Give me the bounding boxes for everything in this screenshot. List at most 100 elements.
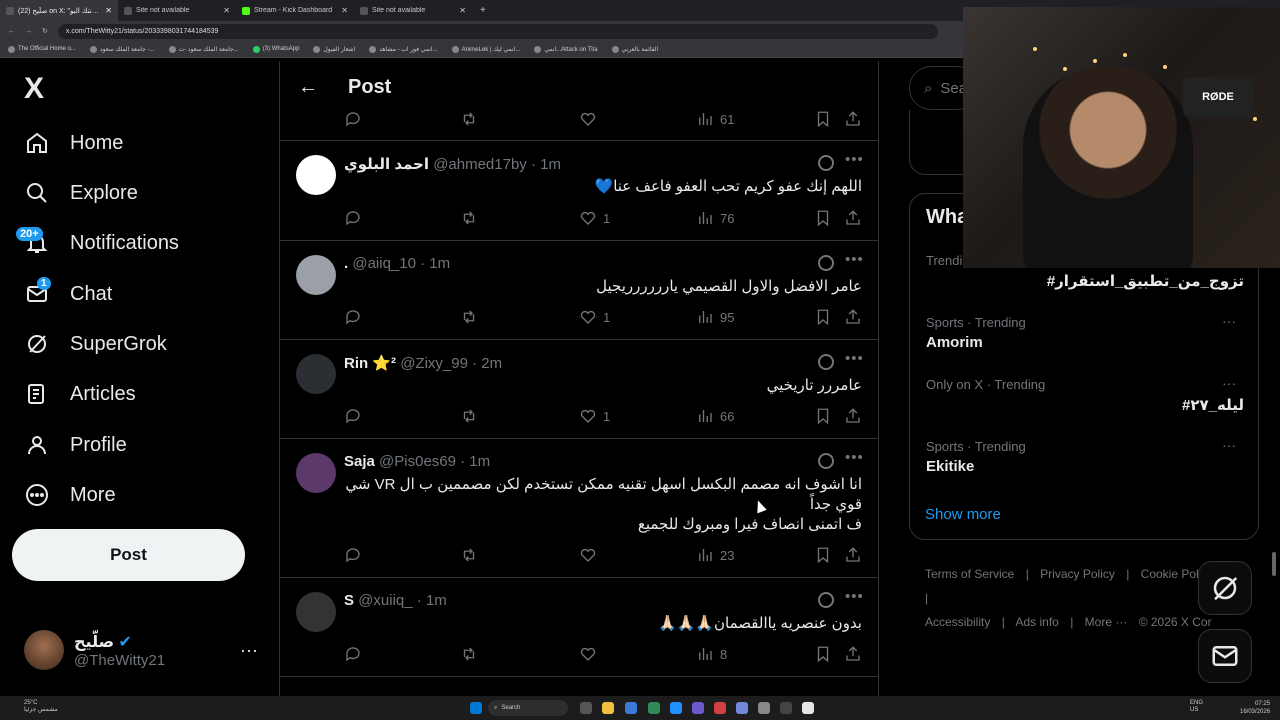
tab-close-icon[interactable]: ✕ [105,6,112,15]
nav-item-profile[interactable]: Profile [24,432,127,458]
share-icon[interactable] [844,407,862,425]
repost-icon[interactable] [460,546,478,564]
bookmark-item[interactable]: القائمة بالعربي [611,45,658,53]
reply-icon[interactable] [344,645,362,663]
avatar[interactable] [296,453,336,493]
tweet-time[interactable]: · 1m [420,255,450,272]
taskbar-clock[interactable]: 07:25 16/03/2026 [1240,700,1270,716]
language-indicator[interactable]: ENG US [1190,700,1203,714]
bookmark-item[interactable]: AnimeLek | انمي ليك... [451,45,520,53]
repost-icon[interactable] [460,209,478,227]
bookmark-item[interactable]: انمي...Attack on Tita [534,45,598,53]
grok-icon[interactable] [818,354,834,370]
trend-item[interactable]: Sports · Trending Ekitike ··· [926,437,1244,475]
reply-tweet[interactable]: احمد البلوي @ahmed17by · 1m ••• اللهم إن… [280,141,878,241]
reload-icon[interactable]: ↻ [42,27,48,35]
like-icon[interactable] [579,546,597,564]
grok-icon[interactable] [818,453,834,469]
browser-tab-kick[interactable]: Stream - Kick Dashboard ✕ [236,0,354,21]
bookmark-item[interactable]: جامعة الملك سعود -... [89,45,155,53]
edge-icon[interactable] [670,702,682,714]
like-button[interactable]: 1 [579,308,610,326]
reply-tweet[interactable]: . @aiiq_10 · 1m ••• عامر الافضل والاول ا… [280,241,878,340]
obs-icon[interactable] [758,702,770,714]
chrome-icon[interactable] [802,702,814,714]
file-explorer-icon[interactable] [602,702,614,714]
post-button[interactable]: Post [12,529,245,581]
share-icon[interactable] [844,546,862,564]
back-arrow-icon[interactable]: ← [8,28,15,35]
bookmark-icon[interactable] [814,209,832,227]
bookmark-item[interactable]: اشعار الفيول [313,45,355,53]
repost-icon[interactable] [460,110,478,128]
views-button[interactable]: 66 [696,407,734,425]
footer-link-more[interactable]: More ··· [1085,615,1128,629]
tweet-time[interactable]: · 1m [531,156,561,173]
avatar[interactable] [296,354,336,394]
tweet-author-name[interactable]: S [344,592,354,609]
tweet-author-name[interactable]: Rin ⭐² [344,355,396,372]
more-dots-icon[interactable]: ••• [845,151,864,168]
views-button[interactable]: 23 [696,546,734,564]
messages-fab-button[interactable] [1198,629,1252,683]
reply-icon[interactable] [344,546,362,564]
tweet-time[interactable]: · 1m [417,592,447,609]
bookmark-item[interactable]: (3) WhatsApp [252,45,299,53]
tweet-author-handle[interactable]: @ahmed17by [433,156,527,173]
app-icon[interactable] [780,702,792,714]
footer-link-accessibility[interactable]: Accessibility [925,615,990,629]
bookmark-item[interactable]: The Official Home o... [8,45,76,53]
reply-tweet[interactable]: S @xuiiq_ · 1m ••• بدون عنصريه ياالقصمان… [280,578,878,677]
discord-icon[interactable] [736,702,748,714]
more-dots-icon[interactable]: ••• [845,350,864,367]
bookmark-icon[interactable] [814,308,832,326]
tweet-author-name[interactable]: . [344,255,348,272]
weather-widget[interactable]: 25°C مشمس جزئيا [24,700,58,714]
app-icon[interactable] [692,702,704,714]
bookmark-icon[interactable] [814,407,832,425]
scrollbar[interactable] [1272,552,1276,576]
nav-item-more[interactable]: More [24,482,116,508]
nav-item-explore[interactable]: Explore [24,180,138,206]
bookmark-item[interactable]: انمي فور اب - مشاهد... [369,45,438,53]
app-icon[interactable] [625,702,637,714]
share-icon[interactable] [844,645,862,663]
views-icon[interactable]: 61 [696,110,734,128]
forward-arrow-icon[interactable]: → [25,28,32,35]
footer-link-ads-info[interactable]: Ads info [1016,615,1059,629]
browser-tab-x[interactable]: (22) صلّيح on X: "الصونتك البو...✕ [0,0,118,21]
bookmark-icon[interactable] [814,110,832,128]
like-icon[interactable] [579,110,597,128]
like-icon[interactable] [579,645,597,663]
more-dots-icon[interactable]: ··· [1222,313,1236,329]
tweet-author-handle[interactable]: @Pis0es69 [379,453,456,470]
reply-tweet[interactable]: Rin ⭐² @Zixy_99 · 2m ••• عامررر تاريخيي … [280,340,878,439]
grok-icon[interactable] [818,155,834,171]
trend-item[interactable]: Only on X · Trending #ليله_٢٧ ··· [926,375,1244,414]
nav-item-supergrok[interactable]: SuperGrok [24,331,167,357]
grok-fab-button[interactable] [1198,561,1252,615]
more-dots-icon[interactable]: ••• [845,449,864,466]
windows-start-icon[interactable] [470,702,482,714]
reply-icon[interactable] [344,407,362,425]
tweet-author-name[interactable]: احمد البلوي [344,156,429,173]
taskbar-search[interactable]: ⌕ Search [488,700,568,716]
trend-item[interactable]: Sports · Trending Amorim ··· [926,313,1244,351]
tab-close-icon[interactable]: ✕ [459,6,466,15]
like-button[interactable]: 1 [579,209,610,227]
avatar[interactable] [296,155,336,195]
tweet-author-name[interactable]: Saja [344,453,375,470]
browser-tab-site-unavailable[interactable]: Site not available ✕ [118,0,236,21]
tweet-author-handle[interactable]: @xuiiq_ [358,592,412,609]
repost-icon[interactable] [460,645,478,663]
views-button[interactable]: 8 [696,645,727,663]
new-tab-button[interactable]: + [472,5,494,16]
back-arrow-icon[interactable]: ← [298,76,318,99]
avatar[interactable] [296,592,336,632]
tweet-author-handle[interactable]: @aiiq_10 [352,255,416,272]
tab-close-icon[interactable]: ✕ [341,6,348,15]
more-dots-icon[interactable]: ··· [1222,437,1236,453]
bookmark-icon[interactable] [814,645,832,663]
repost-icon[interactable] [460,308,478,326]
share-icon[interactable] [844,308,862,326]
